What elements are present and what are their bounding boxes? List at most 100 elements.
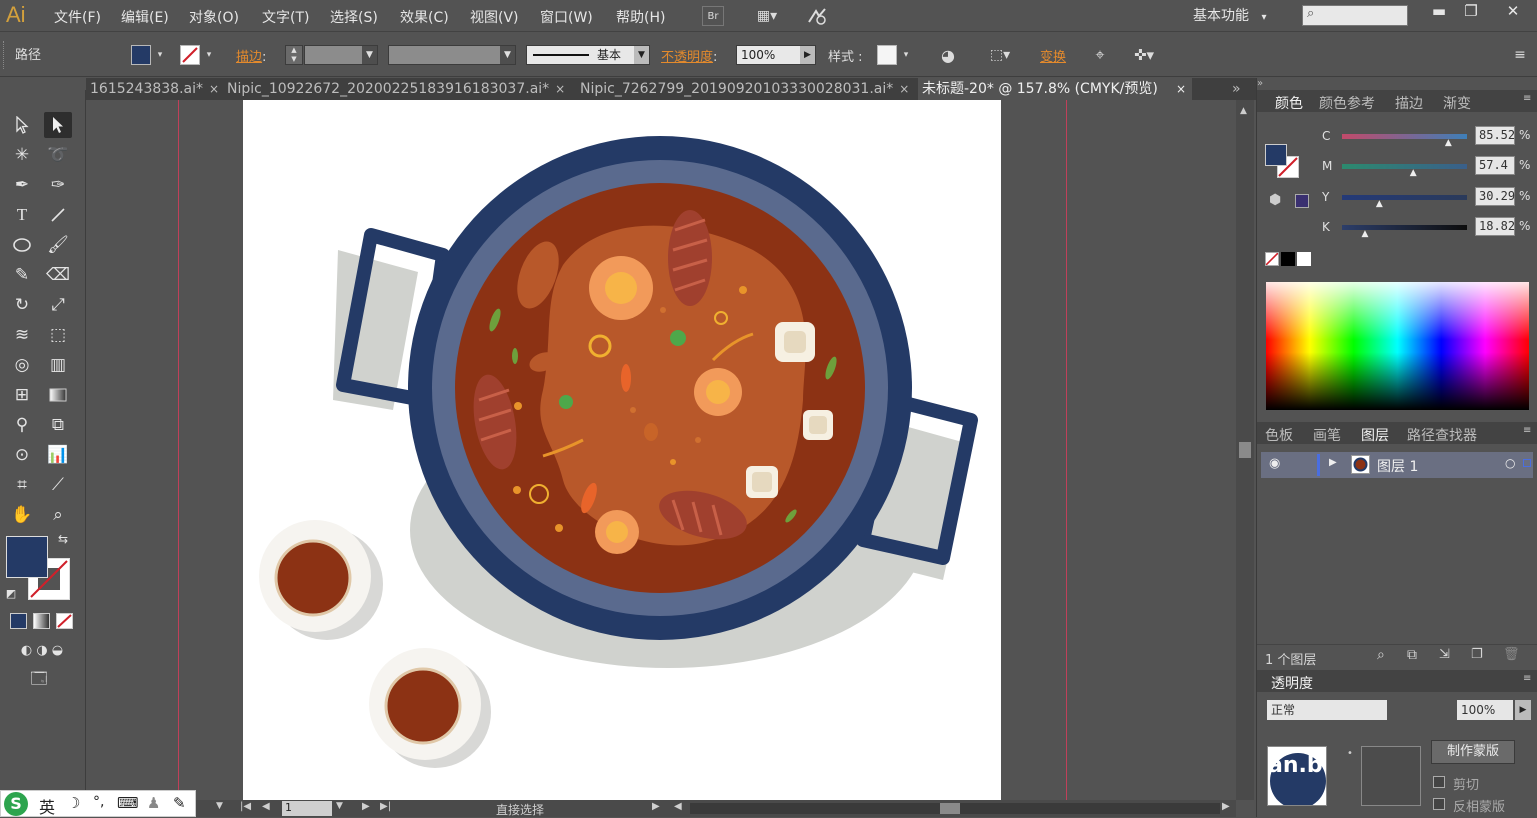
channel-value-input[interactable]: 18.82 bbox=[1475, 217, 1515, 236]
panel-menu-icon[interactable]: ≡ bbox=[1523, 673, 1531, 684]
gpu-performance-icon[interactable] bbox=[804, 5, 830, 27]
canvas-area[interactable] bbox=[86, 100, 1236, 800]
transform-panel-link[interactable]: 变换 bbox=[1040, 50, 1066, 65]
screen-mode-icon[interactable]: 🗔 bbox=[24, 669, 54, 692]
tab-color-guide[interactable]: 颜色参考 bbox=[1319, 93, 1375, 113]
slider-thumb[interactable]: ▲ bbox=[1376, 199, 1383, 209]
panel-menu-icon[interactable]: ≡ bbox=[1523, 425, 1531, 436]
line-tool-icon[interactable] bbox=[44, 202, 72, 228]
gradient-tool-icon[interactable] bbox=[44, 382, 72, 408]
tab-swatches[interactable]: 色板 bbox=[1265, 425, 1293, 445]
blend-tool-icon[interactable]: ⧉ bbox=[44, 412, 72, 438]
make-mask-button[interactable]: 制作蒙版 bbox=[1431, 740, 1515, 764]
slider-thumb[interactable]: ▲ bbox=[1362, 229, 1369, 239]
scroll-up-icon[interactable]: ▲ bbox=[1240, 106, 1247, 116]
slider-track[interactable] bbox=[1342, 164, 1467, 169]
ime-settings-icon[interactable]: ✎ bbox=[173, 794, 186, 812]
menu-edit[interactable]: 编辑(E) bbox=[121, 7, 169, 27]
expand-arrow-icon[interactable]: ▶ bbox=[1329, 457, 1337, 468]
tab-layers[interactable]: 图层 bbox=[1361, 425, 1389, 445]
hscroll-thumb[interactable] bbox=[940, 803, 960, 814]
tab-overflow-icon[interactable]: » bbox=[1228, 78, 1245, 100]
selection-indicator[interactable] bbox=[1523, 459, 1531, 467]
slider-magenta[interactable]: M ▲ 57.4 % bbox=[1317, 156, 1537, 178]
ime-keyboard-icon[interactable]: ⌨ bbox=[117, 794, 139, 812]
ime-user-icon[interactable]: ♟ bbox=[147, 794, 160, 812]
close-icon[interactable]: × bbox=[899, 82, 909, 96]
prev-page-icon[interactable]: ◀ bbox=[262, 801, 270, 812]
white-swatch[interactable] bbox=[1297, 252, 1311, 266]
tab-stroke[interactable]: 描边 bbox=[1395, 93, 1423, 113]
tab-pathfinder[interactable]: 路径查找器 bbox=[1407, 425, 1477, 445]
column-graph-tool-icon[interactable]: 📊 bbox=[44, 442, 72, 468]
isolate-selected-object-icon[interactable]: ⌖ bbox=[1088, 44, 1112, 66]
recolor-artwork-icon[interactable]: ◕ bbox=[936, 44, 960, 66]
menu-type[interactable]: 文字(T) bbox=[262, 7, 309, 27]
graphic-style-chevron-icon[interactable]: ▾ bbox=[900, 47, 912, 63]
menu-view[interactable]: 视图(V) bbox=[470, 7, 519, 27]
eye-icon[interactable]: ◉ bbox=[1269, 456, 1280, 471]
mask-empty-thumbnail[interactable] bbox=[1361, 746, 1421, 806]
ime-halfwidth-icon[interactable]: ☽ bbox=[67, 794, 80, 812]
arrange-documents-icon[interactable]: ▦▾ bbox=[750, 6, 784, 26]
selection-tool-icon[interactable] bbox=[8, 112, 36, 138]
color-mode-button[interactable] bbox=[10, 613, 27, 629]
slider-thumb[interactable]: ▲ bbox=[1410, 168, 1417, 178]
free-transform-tool-icon[interactable]: ⬚ bbox=[44, 322, 72, 348]
stroke-weight-input[interactable]: ▼ bbox=[304, 45, 378, 65]
mesh-tool-icon[interactable]: ⊞ bbox=[8, 382, 36, 408]
mask-thumbnail[interactable]: an.b bbox=[1267, 746, 1327, 806]
scroll-thumb[interactable] bbox=[1239, 442, 1251, 458]
create-sublayer-icon[interactable]: ⇲ bbox=[1439, 647, 1450, 662]
stroke-dropdown-chevron-icon[interactable]: ▾ bbox=[203, 47, 215, 63]
page-menu-chevron-icon[interactable]: ▼ bbox=[336, 801, 343, 811]
panel-menu-icon[interactable]: ≡ bbox=[1510, 44, 1530, 66]
none-swatch[interactable] bbox=[1265, 252, 1279, 266]
eraser-tool-icon[interactable]: ⌫ bbox=[44, 262, 72, 288]
bridge-icon[interactable]: Br bbox=[702, 6, 724, 26]
menu-file[interactable]: 文件(F) bbox=[54, 7, 101, 27]
opacity-chevron-right-icon[interactable]: ▶ bbox=[1515, 700, 1531, 720]
tab-color[interactable]: 颜色 bbox=[1275, 93, 1303, 113]
blend-mode-select[interactable]: 正常 bbox=[1267, 700, 1387, 720]
link-icon[interactable]: • bbox=[1347, 748, 1353, 759]
close-window-button[interactable]: ✕ bbox=[1498, 2, 1528, 24]
last-page-icon[interactable]: ▶| bbox=[380, 801, 391, 812]
stroke-swatch[interactable] bbox=[180, 45, 200, 65]
close-icon[interactable]: × bbox=[555, 82, 565, 96]
brush-definition-select[interactable]: 基本 ▼ bbox=[526, 45, 650, 65]
scale-tool-icon[interactable]: ⤢ bbox=[44, 292, 72, 318]
menu-effect[interactable]: 效果(C) bbox=[400, 7, 449, 27]
menu-object[interactable]: 对象(O) bbox=[189, 7, 239, 27]
slider-thumb[interactable]: ▲ bbox=[1445, 138, 1452, 148]
none-mode-button[interactable] bbox=[56, 613, 73, 629]
shape-builder-tool-icon[interactable]: ◎ bbox=[8, 352, 36, 378]
invert-mask-checkbox[interactable] bbox=[1433, 798, 1445, 810]
web-safe-color-swatch[interactable] bbox=[1295, 194, 1309, 208]
tab-document-1[interactable]: 1615243838.ai* × bbox=[86, 78, 223, 100]
symbol-sprayer-tool-icon[interactable]: ⊙ bbox=[8, 442, 36, 468]
drawing-modes-icon[interactable]: ◐ ◑ ◒ bbox=[6, 640, 78, 660]
type-tool-icon[interactable]: T bbox=[8, 202, 36, 228]
ellipse-tool-icon[interactable] bbox=[8, 232, 36, 258]
ime-language-toggle[interactable]: 英 bbox=[39, 794, 55, 818]
tab-gradient[interactable]: 渐变 bbox=[1443, 93, 1471, 113]
gradient-mode-button[interactable] bbox=[33, 613, 50, 629]
new-layer-icon[interactable]: ❐ bbox=[1471, 647, 1483, 662]
tab-transparency[interactable]: 透明度 bbox=[1271, 673, 1313, 693]
slider-track[interactable] bbox=[1342, 195, 1467, 200]
artboard-tool-icon[interactable]: ⌗ bbox=[8, 472, 36, 498]
artboard[interactable] bbox=[243, 100, 1001, 800]
direct-selection-tool-icon[interactable] bbox=[44, 112, 72, 138]
hscroll-right-icon[interactable]: ▶ bbox=[1222, 801, 1230, 812]
stroke-panel-link[interactable]: 描边 bbox=[236, 50, 262, 65]
curvature-tool-icon[interactable]: ✑ bbox=[44, 172, 72, 198]
fill-dropdown-chevron-icon[interactable]: ▾ bbox=[154, 47, 166, 63]
clip-checkbox[interactable] bbox=[1433, 776, 1445, 788]
pencil-tool-icon[interactable]: ✎ bbox=[8, 262, 36, 288]
ime-logo-icon[interactable]: S bbox=[4, 792, 28, 816]
slice-tool-icon[interactable]: ⟋ bbox=[44, 472, 72, 498]
tab-brushes[interactable]: 画笔 bbox=[1313, 425, 1341, 445]
first-page-icon[interactable]: |◀ bbox=[240, 801, 251, 812]
page-number-input[interactable]: 1 bbox=[282, 801, 332, 816]
